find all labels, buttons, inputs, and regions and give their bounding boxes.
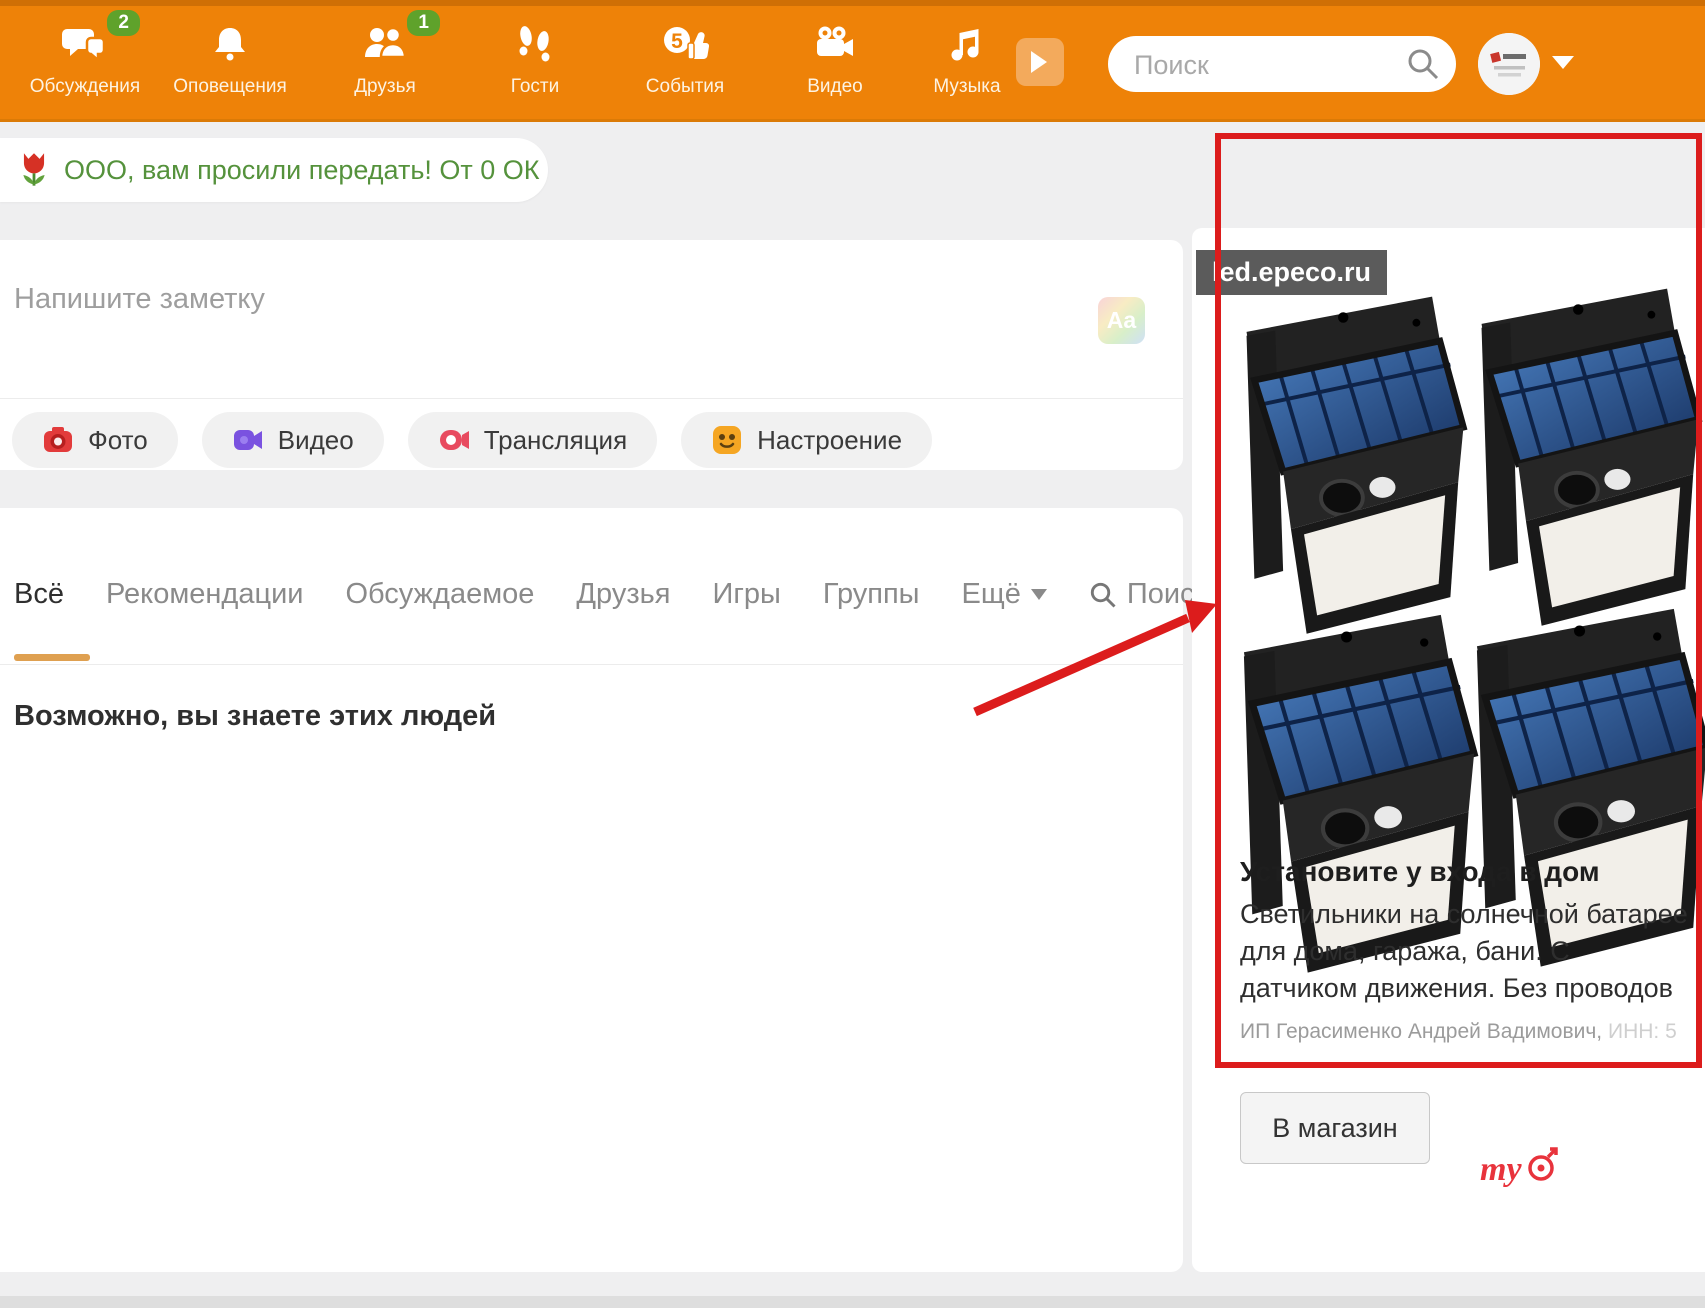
nav-item-video[interactable]: Видео (760, 16, 910, 98)
shop-button[interactable]: В магазин (1240, 1092, 1430, 1164)
photo-camera-icon (42, 424, 74, 456)
video-camera-icon (760, 16, 910, 74)
nav-item-guests[interactable]: Гости (460, 16, 610, 98)
top-navigation-bar: 2 Обсуждения Оповещения 1 Друзья (0, 0, 1705, 122)
photo-button[interactable]: Фото (12, 412, 178, 468)
nav-label: Видео (760, 76, 910, 98)
bell-icon (155, 16, 305, 74)
discussions-badge: 2 (107, 10, 140, 36)
ad-title: Установите у входа в дом (1240, 856, 1600, 888)
user-avatar[interactable] (1478, 33, 1540, 95)
events-count: 5 (671, 30, 683, 53)
tab-more[interactable]: Ещё (962, 578, 1047, 611)
tab-discussed[interactable]: Обсуждаемое (345, 578, 534, 611)
svg-text:my: my (1480, 1151, 1522, 1188)
people-suggestions-heading: Возможно, вы знаете этих людей (14, 700, 496, 733)
tab-games[interactable]: Игры (712, 578, 780, 611)
tab-groups[interactable]: Группы (823, 578, 920, 611)
action-label: Видео (278, 425, 354, 456)
broadcast-button[interactable]: Трансляция (408, 412, 657, 468)
nav-item-notifications[interactable]: Оповещения (155, 16, 305, 98)
feed-tabs: Всё Рекомендации Обсуждаемое Друзья Игры… (14, 578, 1207, 611)
video-button[interactable]: Видео (202, 412, 384, 468)
feed-card: Всё Рекомендации Обсуждаемое Друзья Игры… (0, 508, 1183, 1272)
chevron-down-icon (1031, 589, 1047, 608)
mood-button[interactable]: Настроение (681, 412, 932, 468)
people-icon: 1 (310, 16, 460, 74)
nav-item-friends[interactable]: 1 Друзья (310, 16, 460, 98)
tab-recommendations[interactable]: Рекомендации (106, 578, 303, 611)
note-input[interactable]: Напишите заметку (14, 283, 265, 316)
ad-description: Светильники на солнечной батарее для дом… (1240, 896, 1692, 1007)
global-search (1108, 36, 1456, 92)
gift-notification-banner[interactable]: ООО, вам просили передать! От 0 ОК (0, 138, 548, 202)
nav-item-discussions[interactable]: 2 Обсуждения (10, 16, 160, 98)
tab-search[interactable]: Поиск (1089, 578, 1207, 611)
banner-text: ООО, вам просили передать! От 0 ОК (64, 155, 540, 186)
divider (0, 664, 1183, 665)
page-bottom-edge (0, 1296, 1705, 1308)
action-label: Трансляция (484, 425, 627, 456)
video-clip-icon (232, 424, 264, 456)
mytarget-logo-icon: my (1478, 1144, 1558, 1194)
tab-more-label: Ещё (962, 578, 1021, 611)
tab-friends[interactable]: Друзья (576, 578, 670, 611)
text-style-button[interactable]: Aa (1098, 297, 1145, 344)
search-input[interactable] (1132, 46, 1406, 84)
search-icon[interactable] (1406, 47, 1440, 81)
footprints-icon (460, 16, 610, 74)
nav-label: Друзья (310, 76, 460, 98)
friends-badge: 1 (407, 10, 440, 36)
broadcast-icon (438, 424, 470, 456)
nav-item-events[interactable]: 5 События (610, 16, 760, 98)
composer-actions: Фото Видео Трансляция Настрое (12, 412, 932, 468)
ad-disclaimer: ИП Герасименко Андрей Вадимович, ИНН: 5 (1240, 1020, 1677, 1044)
active-tab-underline (14, 654, 90, 661)
nav-label: Обсуждения (10, 76, 160, 98)
profile-menu-caret[interactable] (1552, 56, 1574, 80)
search-icon (1089, 581, 1117, 609)
mood-smiley-icon (711, 424, 743, 456)
note-composer-card: Напишите заметку Aa Фото Видео (0, 240, 1183, 470)
events-thumb-icon: 5 (610, 16, 760, 74)
sidebar-ad-card[interactable]: led.epeco.ru Установите у входа в дом Св… (1192, 228, 1705, 1272)
nav-label: События (610, 76, 760, 98)
mini-player-button[interactable] (1016, 38, 1064, 86)
tab-all[interactable]: Всё (14, 578, 64, 611)
nav-label: Гости (460, 76, 610, 98)
chat-bubbles-icon: 2 (10, 16, 160, 74)
action-label: Настроение (757, 425, 902, 456)
tulip-icon (18, 151, 50, 189)
ad-domain-label[interactable]: led.epeco.ru (1196, 250, 1387, 295)
play-icon (1031, 51, 1058, 73)
nav-label: Оповещения (155, 76, 305, 98)
divider (0, 398, 1183, 399)
action-label: Фото (88, 425, 148, 456)
